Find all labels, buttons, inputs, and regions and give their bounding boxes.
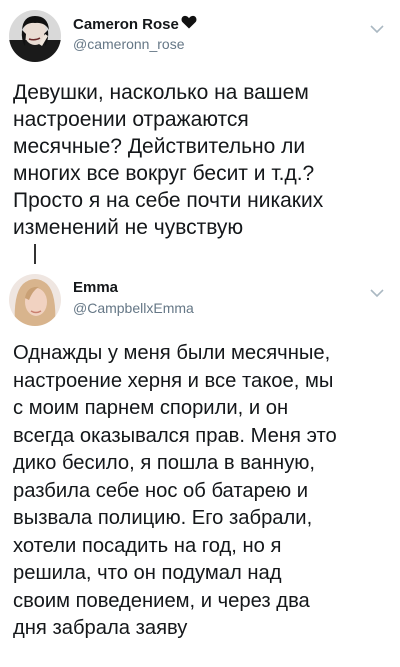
chevron-down-icon[interactable] xyxy=(370,285,384,298)
tweet-text: Однажды у меня были месячные, настроение… xyxy=(13,342,337,639)
avatar[interactable] xyxy=(9,274,61,326)
avatar[interactable] xyxy=(9,10,61,62)
chevron-down-icon[interactable] xyxy=(370,21,384,34)
display-name-text[interactable]: Cameron Rose xyxy=(73,16,179,33)
user-handle[interactable]: @CampbellxEmma xyxy=(73,300,194,316)
thread-connector xyxy=(34,244,36,264)
tweet-text: Девушки, насколько на вашем настроении о… xyxy=(13,81,324,239)
black-heart-icon xyxy=(181,15,197,33)
user-handle[interactable]: @cameronn_rose xyxy=(73,36,185,52)
display-name[interactable]: Cameron Rose xyxy=(73,15,197,33)
display-name[interactable]: Emma xyxy=(73,279,118,296)
display-name-text[interactable]: Emma xyxy=(73,279,118,296)
